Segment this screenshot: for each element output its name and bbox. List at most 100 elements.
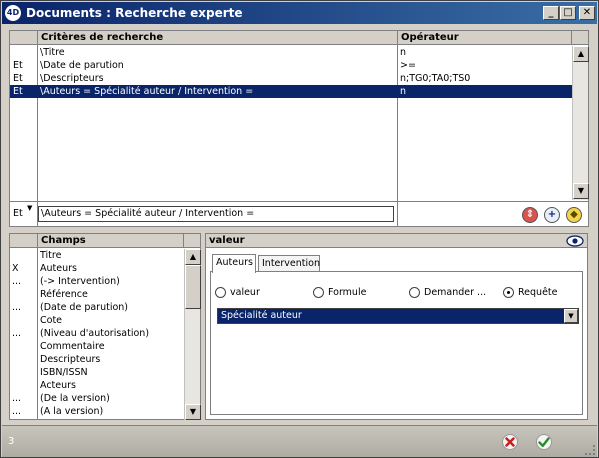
field-item[interactable]: ... (A la version): [10, 405, 184, 418]
radio-label: Formule: [328, 287, 367, 298]
radio-indicator: [215, 287, 226, 298]
status-count: 3: [8, 436, 15, 447]
window-title: Documents : Recherche experte: [26, 6, 243, 20]
column-header-operator[interactable]: Opérateur: [398, 31, 572, 45]
field-label: (De la version): [40, 393, 110, 404]
row-conjunction: Et: [13, 73, 23, 84]
field-label: (Niveau d'autorisation): [40, 328, 150, 339]
header-corner: [572, 31, 588, 45]
radio-label: valeur: [230, 287, 260, 298]
field-label: (-> Intervention): [40, 276, 120, 287]
field-mark: ...: [12, 302, 22, 313]
erase-criteria-button[interactable]: ◆: [566, 207, 582, 223]
field-label: Commentaire: [40, 341, 105, 352]
value-panel-header: valeur: [206, 234, 587, 248]
maximize-button[interactable]: □: [560, 6, 576, 20]
radio-label: Requête: [518, 287, 558, 298]
column-header-conjunction: [10, 31, 38, 45]
field-item[interactable]: X Auteurs: [10, 262, 184, 275]
row-criteria: \Titre: [40, 47, 65, 58]
scroll-up-button[interactable]: ▲: [573, 46, 589, 62]
column-header-criteria[interactable]: Critères de recherche: [38, 31, 398, 45]
field-item[interactable]: ... (-> Intervention): [10, 275, 184, 288]
scroll-down-button[interactable]: ▼: [573, 183, 589, 199]
scroll-down-button[interactable]: ▼: [185, 404, 201, 420]
field-mark: ...: [12, 406, 22, 417]
field-item[interactable]: ... (De la version): [10, 392, 184, 405]
field-item[interactable]: ... (Niveau d'autorisation): [10, 327, 184, 340]
title-bar[interactable]: 4D Documents : Recherche experte _ □ ✕: [2, 2, 597, 24]
field-mark: ...: [12, 328, 22, 339]
row-criteria: \Descripteurs: [40, 73, 104, 84]
tab-pane: valeur Formule Demander ... Requête Spéc…: [210, 271, 583, 415]
header-corner: [184, 234, 200, 248]
field-item[interactable]: Descripteurs: [10, 353, 184, 366]
field-item[interactable]: Commentaire: [10, 340, 184, 353]
column-divider: [397, 202, 398, 227]
edit-conjunction-select[interactable]: Et: [13, 208, 23, 219]
scroll-thumb[interactable]: [185, 265, 201, 309]
field-item[interactable]: ... (Date de parution): [10, 301, 184, 314]
reorder-updown-icon[interactable]: ⇕: [522, 207, 538, 223]
field-label: Auteurs: [40, 263, 77, 274]
column-header-fields[interactable]: Champs: [38, 234, 184, 248]
criteria-edit-row: Et ▼ \Auteurs = Spécialité auteur / Inte…: [10, 201, 588, 227]
combo-value: Spécialité auteur: [221, 310, 302, 321]
minimize-button[interactable]: _: [543, 6, 559, 20]
conjunction-dropdown-icon[interactable]: ▼: [27, 204, 32, 212]
field-label: Titre: [40, 250, 62, 261]
close-window-button[interactable]: ✕: [579, 6, 595, 20]
row-conjunction: Et: [13, 86, 23, 97]
field-label: Acteurs: [40, 380, 77, 391]
scroll-up-button[interactable]: ▲: [185, 249, 201, 265]
criteria-row[interactable]: \Titre n: [10, 46, 572, 59]
fields-scrollbar[interactable]: ▲ ▼: [184, 249, 201, 420]
field-item[interactable]: Acteurs: [10, 379, 184, 392]
criteria-row-selected[interactable]: Et \Auteurs = Spécialité auteur / Interv…: [10, 85, 572, 98]
criteria-row[interactable]: Et \Descripteurs n;TG0;TA0;TS0: [10, 72, 572, 85]
criteria-table: Critères de recherche Opérateur \Titre n…: [9, 30, 589, 227]
field-label: ISBN/ISSN: [40, 367, 88, 378]
app-logo-icon: 4D: [5, 5, 21, 21]
field-item[interactable]: ISBN/ISSN: [10, 366, 184, 379]
field-mark: ...: [12, 276, 22, 287]
field-label: Référence: [40, 289, 88, 300]
field-label: Descripteurs: [40, 354, 101, 365]
criteria-edit-field[interactable]: \Auteurs = Spécialité auteur / Intervent…: [38, 206, 394, 222]
window: 4D Documents : Recherche experte _ □ ✕ C…: [0, 0, 599, 458]
tab-intervention[interactable]: Intervention: [258, 255, 320, 272]
radio-indicator: [313, 287, 324, 298]
radio-indicator: [409, 287, 420, 298]
status-bar: 3: [2, 425, 597, 457]
field-item[interactable]: Cote: [10, 314, 184, 327]
row-criteria: \Date de parution: [40, 60, 124, 71]
radio-label: Demander ...: [424, 287, 487, 298]
column-header-mark: [10, 234, 38, 248]
validate-button[interactable]: [534, 433, 554, 453]
criteria-row[interactable]: Et \Date de parution >=: [10, 59, 572, 72]
field-item[interactable]: Référence: [10, 288, 184, 301]
value-panel: valeur Auteurs Intervention valeur Formu…: [205, 233, 588, 420]
field-label: Cote: [40, 315, 63, 326]
tab-auteurs[interactable]: Auteurs: [212, 254, 256, 273]
field-label: (Date de parution): [40, 302, 129, 313]
field-label: (A la version): [40, 406, 104, 417]
row-operator: >=: [400, 60, 416, 71]
fields-list: Champs Titre X Auteurs ... (-> Interventio…: [9, 233, 201, 420]
row-conjunction: Et: [13, 60, 23, 71]
add-criteria-button[interactable]: +: [544, 207, 560, 223]
field-mark: ...: [12, 393, 22, 404]
eye-icon[interactable]: [566, 235, 584, 247]
criteria-scrollbar[interactable]: ▲ ▼: [572, 46, 589, 200]
radio-indicator-checked: [503, 287, 514, 298]
chevron-down-icon[interactable]: ▼: [564, 309, 578, 323]
row-operator: n;TG0;TA0;TS0: [400, 73, 471, 84]
field-item[interactable]: Titre: [10, 249, 184, 262]
cancel-button[interactable]: [500, 433, 520, 453]
resize-grip-icon[interactable]: [585, 445, 595, 455]
row-criteria: \Auteurs = Spécialité auteur / Intervent…: [40, 86, 254, 97]
row-operator: n: [400, 47, 407, 58]
value-combo-select[interactable]: Spécialité auteur ▼: [217, 308, 579, 324]
field-mark: X: [12, 263, 19, 274]
row-operator: n: [400, 86, 407, 97]
